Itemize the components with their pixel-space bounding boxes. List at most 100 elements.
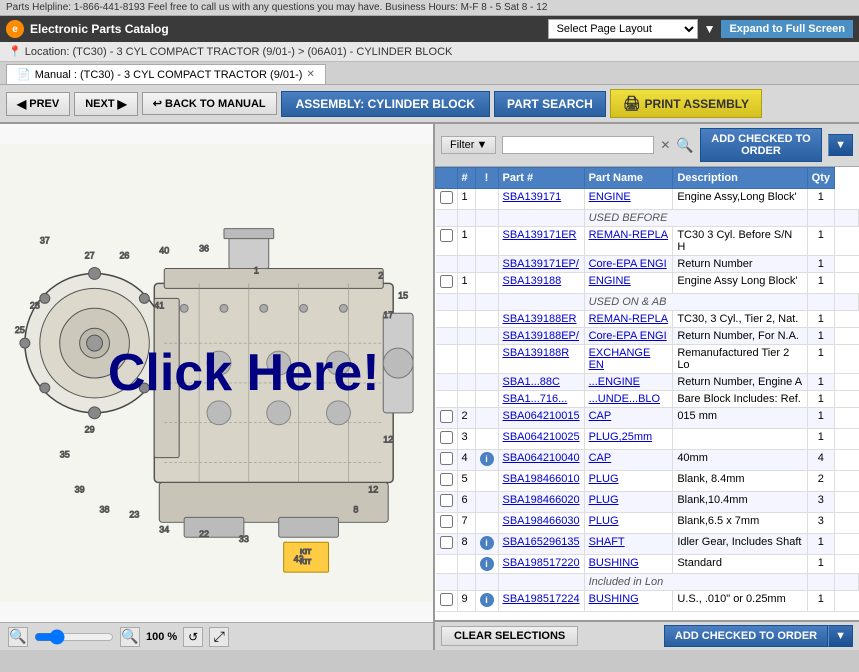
row-part-number[interactable]: SBA198517220 [498,555,584,574]
part-number-link[interactable]: SBA198466020 [503,494,580,506]
row-checkbox[interactable] [440,431,453,444]
row-part-number[interactable]: SBA198466030 [498,513,584,534]
add-checked-button[interactable]: ADD CHECKED TO ORDER [700,128,822,162]
clear-selections-button[interactable]: CLEAR SELECTIONS [441,626,578,646]
part-name-link[interactable]: PLUG [589,473,619,485]
part-name-link[interactable]: BUSHING [589,557,639,569]
part-number-link[interactable]: SBA064210040 [503,452,580,464]
row-part-number[interactable]: SBA064210040 [498,450,584,471]
filter-button[interactable]: Filter ▼ [441,136,496,154]
row-part-number[interactable]: SBA064210025 [498,429,584,450]
search-icon[interactable]: 🔍 [676,137,693,154]
row-info[interactable]: i [475,450,498,471]
part-name-link[interactable]: Core-EPA ENGI [589,258,667,270]
prev-button[interactable]: ◀ PREV [6,92,70,116]
part-number-link[interactable]: SBA139188 [503,275,562,287]
svg-text:23: 23 [129,509,139,519]
row-part-number[interactable]: SBA064210015 [498,408,584,429]
row-checkbox[interactable] [440,536,453,549]
row-info[interactable]: i [475,534,498,555]
filter-input[interactable] [502,136,654,154]
part-name-link[interactable]: PLUG [589,515,619,527]
row-part-number[interactable]: SBA165296135 [498,534,584,555]
next-button[interactable]: NEXT ▶ [74,92,138,116]
add-order-bottom-dropdown[interactable]: ▼ [828,625,853,647]
row-checkbox[interactable] [440,452,453,465]
add-order-bottom-button[interactable]: ADD CHECKED TO ORDER [664,625,828,647]
back-to-manual-button[interactable]: ↩ BACK TO MANUAL [142,92,277,115]
row-checkbox[interactable] [440,593,453,606]
row-part-number[interactable]: SBA198466020 [498,492,584,513]
manual-tab[interactable]: 📄 Manual : (TC30) - 3 CYL COMPACT TRACTO… [6,64,326,84]
expand-button[interactable]: Expand to Full Screen [721,20,853,38]
part-name-link[interactable]: REMAN-REPLA [589,229,668,241]
part-name-link[interactable]: ENGINE [589,275,631,287]
info-icon[interactable]: i [480,557,494,571]
row-part-number[interactable]: SBA139188ER [498,311,584,328]
print-button[interactable]: 🖨 PRINT ASSEMBLY [610,89,762,118]
info-icon[interactable]: i [480,452,494,466]
close-icon[interactable]: ✕ [306,69,314,80]
clear-filter-icon[interactable]: ✕ [660,138,670,152]
part-name-link[interactable]: SHAFT [589,536,625,548]
zoom-reset-button[interactable]: ↺ [183,627,203,647]
part-name-link[interactable]: PLUG [589,494,619,506]
part-name-link[interactable]: CAP [589,410,612,422]
layout-select[interactable]: Select Page Layout [548,19,698,39]
part-number-link[interactable]: SBA198517220 [503,557,580,569]
part-name-link[interactable]: PLUG,25mm [589,431,653,443]
part-name-link[interactable]: CAP [589,452,612,464]
row-checkbox[interactable] [440,275,453,288]
part-name-link[interactable]: REMAN-REPLA [589,313,668,325]
row-info[interactable]: i [475,555,498,574]
row-part-number[interactable]: SBA198517224 [498,591,584,612]
part-name-link[interactable]: BUSHING [589,593,639,605]
part-number-link[interactable]: SBA064210015 [503,410,580,422]
part-number-link[interactable]: SBA1...716... [503,393,568,405]
part-number-link[interactable]: SBA139171ER [503,229,577,241]
info-icon[interactable]: i [480,593,494,607]
add-order-dropdown-button[interactable]: ▼ [828,134,853,156]
part-number-link[interactable]: SBA139171 [503,191,562,203]
part-name-link[interactable]: ...ENGINE [589,376,640,388]
part-number-link[interactable]: SBA198466010 [503,473,580,485]
row-part-number[interactable]: SBA139188EP/ [498,328,584,345]
info-icon[interactable]: i [480,536,494,550]
row-info[interactable]: i [475,591,498,612]
row-checkbox[interactable] [440,410,453,423]
part-number-link[interactable]: SBA139171EP/ [503,258,579,270]
part-search-button[interactable]: PART SEARCH [494,91,606,117]
row-part-number[interactable]: SBA139171EP/ [498,256,584,273]
svg-text:29: 29 [85,425,95,435]
row-checkbox[interactable] [440,473,453,486]
part-number-link[interactable]: SBA198466030 [503,515,580,527]
part-number-link[interactable]: SBA139188ER [503,313,577,325]
zoom-fit-button[interactable]: ⤢ [209,627,229,647]
row-part-number[interactable]: SBA1...716... [498,391,584,408]
row-part-number[interactable]: SBA139188R [498,345,584,374]
row-checkbox[interactable] [440,229,453,242]
part-number-link[interactable]: SBA139188R [503,347,570,359]
zoom-in-button[interactable]: 🔍 [120,627,140,647]
part-name-link[interactable]: ENGINE [589,191,631,203]
part-name-link[interactable]: ...UNDE...BLO [589,393,661,405]
row-checkbox[interactable] [440,515,453,528]
part-name-link[interactable]: Core-EPA ENGI [589,330,667,342]
part-number-link[interactable]: SBA165296135 [503,536,580,548]
row-part-number[interactable]: SBA139188 [498,273,584,294]
part-number-link[interactable]: SBA198517224 [503,593,580,605]
row-part-number[interactable]: SBA139171ER [498,227,584,256]
zoom-out-button[interactable]: 🔍 [8,627,28,647]
row-checkbox[interactable] [440,494,453,507]
row-part-number[interactable]: SBA198466010 [498,471,584,492]
part-number-link[interactable]: SBA064210025 [503,431,580,443]
row-part-number[interactable]: SBA1...88C [498,374,584,391]
part-number-link[interactable]: SBA139188EP/ [503,330,579,342]
row-checkbox[interactable] [440,191,453,204]
part-name-link[interactable]: EXCHANGE EN [589,347,651,371]
part-number-link[interactable]: SBA1...88C [503,376,560,388]
row-part-number[interactable]: SBA139171 [498,189,584,210]
row-qty: 1 [807,311,834,328]
assembly-button[interactable]: ASSEMBLY: CYLINDER BLOCK [281,91,490,117]
zoom-slider[interactable] [34,629,114,645]
